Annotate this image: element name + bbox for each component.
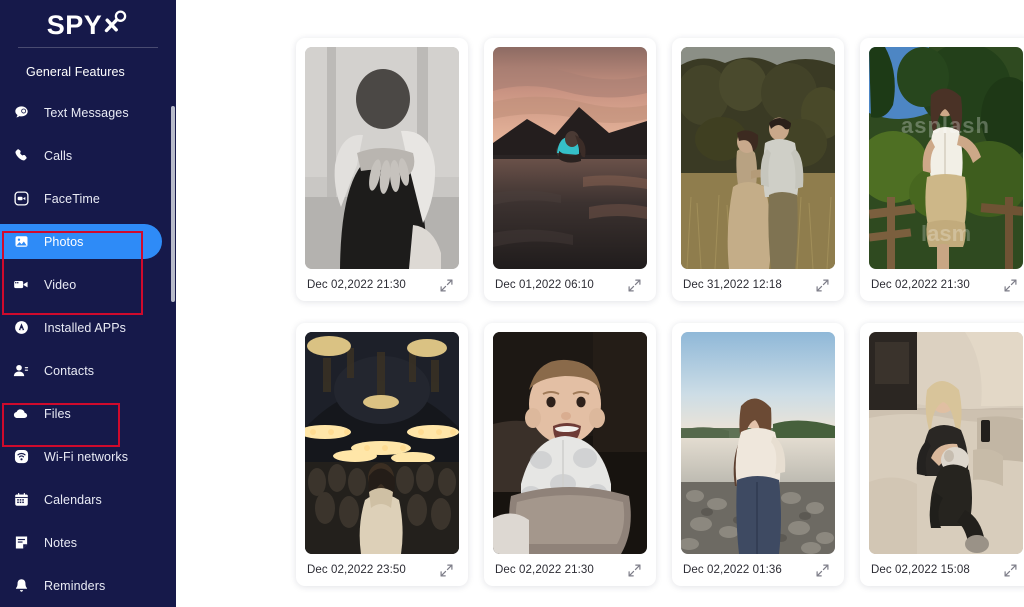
- video-camera-icon: [10, 276, 32, 294]
- photo-timestamp: Dec 02,2022 21:30: [307, 279, 406, 291]
- spyx-target-icon: [103, 9, 129, 42]
- app-root: SPY General Features Text Messages Calls…: [0, 0, 1024, 607]
- photo-thumbnail[interactable]: [681, 47, 835, 269]
- photo-timestamp: Dec 02,2022 15:08: [871, 564, 970, 576]
- wifi-icon: [10, 448, 32, 466]
- expand-diagonal-icon[interactable]: [1001, 276, 1019, 294]
- photo-card[interactable]: Dec 02,2022 21:30: [296, 38, 468, 301]
- svg-text:lasm: lasm: [921, 221, 971, 246]
- photo-timestamp: Dec 02,2022 01:36: [683, 564, 782, 576]
- photo-thumbnail[interactable]: asplash lasm: [869, 47, 1023, 269]
- photo-card[interactable]: Dec 31,2022 12:18: [672, 38, 844, 301]
- photo-grid: Dec 02,2022 21:30 Dec 01,2022 06:10 Dec …: [176, 38, 1024, 586]
- sidebar-item-label: Installed APPs: [44, 320, 127, 335]
- notes-icon: [10, 534, 32, 552]
- sidebar-item-label: Wi-Fi networks: [44, 449, 129, 464]
- contacts-icon: [10, 362, 32, 380]
- brand-logo[interactable]: SPY: [0, 0, 176, 47]
- photo-thumbnail[interactable]: [493, 47, 647, 269]
- photo-timestamp: Dec 01,2022 06:10: [495, 279, 594, 291]
- sidebar-item-label: FaceTime: [44, 191, 100, 206]
- sidebar-item-label: Contacts: [44, 363, 95, 378]
- photos-main-panel: Dec 02,2022 21:30 Dec 01,2022 06:10 Dec …: [176, 0, 1024, 607]
- photo-timestamp: Dec 02,2022 21:30: [871, 279, 970, 291]
- bell-icon: [10, 577, 32, 595]
- sidebar-item-label: Video: [44, 277, 77, 292]
- photo-caption: Dec 02,2022 23:50: [305, 554, 459, 586]
- sidebar-item-label: Files: [44, 406, 71, 421]
- photo-card[interactable]: Dec 02,2022 15:08: [860, 323, 1024, 586]
- photo-card[interactable]: Dec 02,2022 23:50: [296, 323, 468, 586]
- expand-diagonal-icon[interactable]: [625, 276, 643, 294]
- photo-icon: [10, 233, 32, 251]
- photo-thumbnail[interactable]: [305, 47, 459, 269]
- sidebar-item-label: Calendars: [44, 492, 102, 507]
- sidebar-item-notes[interactable]: Notes: [0, 525, 162, 560]
- photo-card[interactable]: Dec 02,2022 01:36: [672, 323, 844, 586]
- expand-diagonal-icon[interactable]: [813, 561, 831, 579]
- photo-caption: Dec 02,2022 21:30: [305, 269, 459, 301]
- photo-thumbnail[interactable]: [493, 332, 647, 554]
- sidebar-item-label: Calls: [44, 148, 73, 163]
- sidebar-item-label: Text Messages: [44, 105, 129, 120]
- sidebar-item-wifi-networks[interactable]: Wi-Fi networks: [0, 439, 162, 474]
- sidebar-item-facetime[interactable]: FaceTime: [0, 181, 162, 216]
- photo-caption: Dec 02,2022 15:08: [869, 554, 1023, 586]
- sidebar-item-label: Notes: [44, 535, 78, 550]
- sidebar-section-title: General Features: [26, 65, 125, 79]
- sidebar-item-installed-apps[interactable]: Installed APPs: [0, 310, 162, 345]
- expand-diagonal-icon[interactable]: [625, 561, 643, 579]
- sidebar-item-video[interactable]: Video: [0, 267, 162, 302]
- sidebar-item-photos[interactable]: Photos: [0, 224, 162, 259]
- photo-card[interactable]: Dec 01,2022 06:10: [484, 38, 656, 301]
- photo-timestamp: Dec 02,2022 21:30: [495, 564, 594, 576]
- sidebar-item-label: Reminders: [44, 578, 106, 593]
- sidebar-item-contacts[interactable]: Contacts: [0, 353, 162, 388]
- sidebar-item-calendars[interactable]: Calendars: [0, 482, 162, 517]
- photo-timestamp: Dec 31,2022 12:18: [683, 279, 782, 291]
- sidebar-nav: General Features Text Messages Calls Fac…: [0, 48, 176, 603]
- expand-diagonal-icon[interactable]: [813, 276, 831, 294]
- expand-diagonal-icon[interactable]: [1001, 561, 1019, 579]
- phone-icon: [10, 147, 32, 165]
- sidebar-scrollbar[interactable]: [171, 106, 175, 302]
- photo-caption: Dec 01,2022 06:10: [493, 269, 647, 301]
- sidebar-item-text-messages[interactable]: Text Messages: [0, 95, 162, 130]
- brand-name: SPY: [46, 10, 103, 40]
- apps-icon: [10, 319, 32, 337]
- chat-bubble-icon: [10, 104, 32, 122]
- photo-caption: Dec 31,2022 12:18: [681, 269, 835, 301]
- photo-thumbnail[interactable]: [681, 332, 835, 554]
- photo-caption: Dec 02,2022 21:30: [493, 554, 647, 586]
- photo-timestamp: Dec 02,2022 23:50: [307, 564, 406, 576]
- expand-diagonal-icon[interactable]: [437, 276, 455, 294]
- photo-card[interactable]: asplash lasm Dec 02,2022 21:30: [860, 38, 1024, 301]
- sidebar: SPY General Features Text Messages Calls…: [0, 0, 176, 607]
- cloud-file-icon: [10, 405, 32, 423]
- photo-card[interactable]: Dec 02,2022 21:30: [484, 323, 656, 586]
- sidebar-item-calls[interactable]: Calls: [0, 138, 162, 173]
- photo-caption: Dec 02,2022 01:36: [681, 554, 835, 586]
- sidebar-item-reminders[interactable]: Reminders: [0, 568, 162, 603]
- photo-thumbnail[interactable]: [869, 332, 1023, 554]
- calendar-icon: [10, 491, 32, 509]
- expand-diagonal-icon[interactable]: [437, 561, 455, 579]
- facetime-video-icon: [10, 190, 32, 208]
- sidebar-item-files[interactable]: Files: [0, 396, 162, 431]
- sidebar-item-label: Photos: [44, 234, 84, 249]
- photo-thumbnail[interactable]: [305, 332, 459, 554]
- photo-caption: Dec 02,2022 21:30: [869, 269, 1023, 301]
